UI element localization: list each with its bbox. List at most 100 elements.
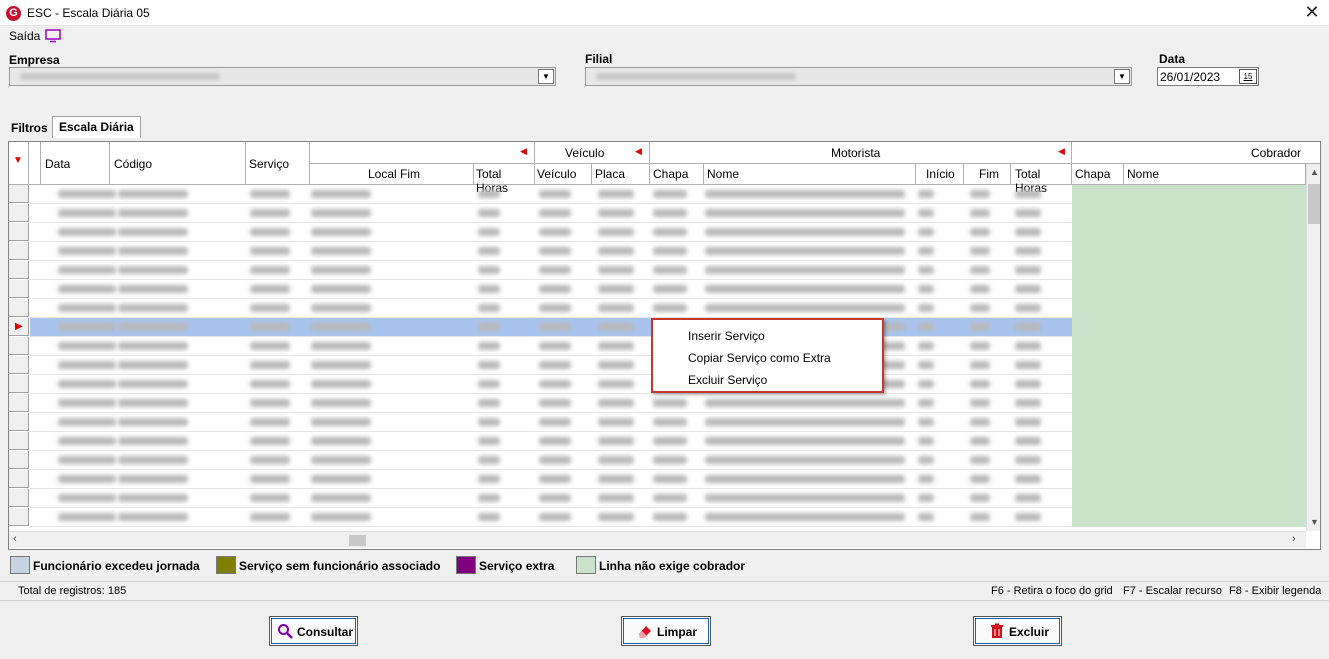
horizontal-scrollbar[interactable]: ‹ ›: [9, 531, 1306, 548]
table-row[interactable]: [30, 204, 1072, 223]
redacted-cell: [478, 323, 500, 331]
table-row[interactable]: [30, 375, 1072, 394]
col-motorista-total-horas[interactable]: Total Horas: [1011, 164, 1072, 195]
table-row[interactable]: [30, 261, 1072, 280]
redacted-cell: [970, 247, 990, 255]
limpar-button[interactable]: Limpar: [621, 616, 711, 646]
table-row[interactable]: [30, 318, 1072, 337]
filial-select[interactable]: ▼: [585, 67, 1132, 86]
col-codigo[interactable]: Código: [110, 142, 246, 185]
chevron-down-icon[interactable]: ▼: [1114, 69, 1130, 84]
excluir-button[interactable]: Excluir: [973, 616, 1062, 646]
hscroll-thumb[interactable]: [349, 535, 366, 546]
arrow-left-icon[interactable]: ◀: [520, 146, 527, 157]
grid-corner[interactable]: ▼: [9, 142, 29, 185]
table-row[interactable]: [30, 432, 1072, 451]
redacted-cell: [311, 209, 371, 217]
row-selector[interactable]: [9, 432, 29, 450]
col-cobrador-nome[interactable]: Nome: [1124, 164, 1306, 185]
col-fim[interactable]: Fim: [964, 164, 1011, 185]
redacted-cell: [598, 475, 634, 483]
row-selector[interactable]: [9, 375, 29, 393]
table-row[interactable]: [30, 185, 1072, 204]
col-data[interactable]: Data: [41, 142, 110, 185]
row-selector[interactable]: [9, 470, 29, 488]
redacted-cell: [705, 228, 905, 236]
row-selector[interactable]: [9, 413, 29, 431]
table-row[interactable]: [30, 451, 1072, 470]
table-row[interactable]: [30, 356, 1072, 375]
redacted-cell: [598, 418, 634, 426]
redacted-cell: [1015, 228, 1041, 236]
scroll-left-icon[interactable]: ‹: [13, 533, 17, 545]
col-local-fim[interactable]: Local Fim: [310, 164, 474, 185]
redacted-cell: [1015, 323, 1041, 331]
row-selector[interactable]: [9, 489, 29, 507]
col-veiculo[interactable]: Veículo: [535, 164, 592, 185]
table-row[interactable]: [30, 508, 1072, 527]
scroll-down-icon[interactable]: ▼: [1310, 517, 1319, 527]
table-row[interactable]: [30, 242, 1072, 261]
row-selector[interactable]: [9, 356, 29, 374]
row-selector[interactable]: [9, 508, 29, 526]
redacted-cell: [58, 266, 116, 274]
redacted-cell: [118, 209, 188, 217]
row-selector[interactable]: [9, 261, 29, 279]
vertical-scrollbar[interactable]: ▲ ▼: [1306, 164, 1320, 531]
redacted-cell: [311, 228, 371, 236]
col-total-horas[interactable]: Total Horas: [474, 164, 535, 195]
table-row[interactable]: [30, 337, 1072, 356]
menu-saida[interactable]: Saída: [9, 29, 40, 43]
col-inicio[interactable]: Início: [916, 164, 964, 185]
scroll-right-icon[interactable]: ›: [1292, 533, 1296, 545]
tab-filtros[interactable]: Filtros: [5, 118, 54, 138]
row-selector[interactable]: [9, 337, 29, 355]
col-placa[interactable]: Placa: [592, 164, 650, 185]
row-selector[interactable]: ▶: [9, 318, 29, 336]
col-motorista-nome[interactable]: Nome: [704, 164, 916, 185]
redacted-cell: [311, 494, 371, 502]
row-selector[interactable]: [9, 299, 29, 317]
empresa-select[interactable]: ▼: [9, 67, 556, 86]
redacted-cell: [918, 266, 934, 274]
scroll-up-icon[interactable]: ▲: [1310, 167, 1319, 177]
row-selector[interactable]: [9, 280, 29, 298]
table-row[interactable]: [30, 394, 1072, 413]
table-row[interactable]: [30, 280, 1072, 299]
menu-item-excluir-servico[interactable]: Excluir Serviço: [688, 373, 767, 387]
calendar-icon[interactable]: 15: [1239, 69, 1257, 84]
table-row[interactable]: [30, 223, 1072, 242]
consultar-button[interactable]: Consultar: [269, 616, 358, 646]
row-selector[interactable]: [9, 185, 29, 203]
col-servico[interactable]: Serviço: [246, 142, 310, 185]
redacted-cell: [539, 228, 571, 236]
redacted-cell: [970, 399, 990, 407]
menu-item-copiar-servico-extra[interactable]: Copiar Serviço como Extra: [688, 351, 831, 365]
arrow-left-icon[interactable]: ◀: [635, 146, 642, 157]
row-selector[interactable]: [9, 394, 29, 412]
table-row[interactable]: [30, 489, 1072, 508]
redacted-cell: [598, 494, 634, 502]
redacted-cell: [311, 513, 371, 521]
menu-item-inserir-servico[interactable]: Inserir Serviço: [688, 329, 765, 343]
header-filler: [1306, 142, 1320, 164]
scroll-thumb[interactable]: [1308, 184, 1320, 224]
col-cobrador-chapa[interactable]: Chapa: [1072, 164, 1124, 185]
redacted-cell: [58, 228, 116, 236]
table-row[interactable]: [30, 470, 1072, 489]
table-row[interactable]: [30, 413, 1072, 432]
monitor-icon[interactable]: [45, 29, 61, 43]
arrow-left-icon[interactable]: ◀: [1058, 146, 1065, 157]
row-selector[interactable]: [9, 223, 29, 241]
date-field[interactable]: 26/01/2023 15: [1157, 67, 1259, 86]
chevron-down-icon[interactable]: ▼: [538, 69, 554, 84]
row-selector[interactable]: [9, 242, 29, 260]
row-selector[interactable]: [9, 451, 29, 469]
close-icon[interactable]: ✕: [1300, 1, 1324, 23]
tab-escala-diaria[interactable]: Escala Diária: [52, 116, 141, 138]
redacted-cell: [250, 209, 290, 217]
redacted-cell: [118, 228, 188, 236]
table-row[interactable]: [30, 299, 1072, 318]
col-motorista-chapa[interactable]: Chapa: [650, 164, 704, 185]
row-selector[interactable]: [9, 204, 29, 222]
